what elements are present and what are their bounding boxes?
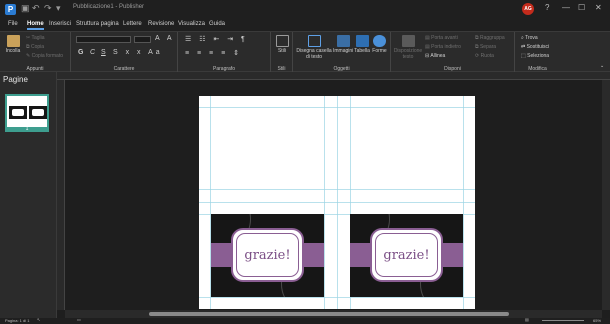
- redo-icon[interactable]: ↷: [44, 3, 52, 14]
- close-button[interactable]: ✕: [595, 3, 602, 12]
- tab-visualizza[interactable]: Visualizza: [178, 21, 205, 27]
- table-button[interactable]: Tabella: [353, 35, 371, 54]
- rotate-button[interactable]: ⟳ Ruota: [475, 53, 494, 59]
- group-objects: Disegna casella di testo Immagini Tabell…: [293, 32, 391, 73]
- group-arrange: Disposizione testo ▤ Porta avanti ▤ Port…: [391, 32, 515, 73]
- object-size-icon: ▭: [77, 317, 81, 322]
- help-icon[interactable]: ?: [545, 3, 549, 12]
- cut-button[interactable]: ✂ Taglia: [26, 35, 45, 41]
- zoom-level[interactable]: 65%: [593, 318, 601, 323]
- undo-icon[interactable]: ↶: [32, 3, 40, 14]
- italic-button[interactable]: C: [90, 49, 95, 56]
- cursor-position-icon: ↖: [37, 317, 41, 322]
- tab-inserisci[interactable]: Inserisci: [49, 21, 71, 27]
- styles-button[interactable]: Stili: [274, 35, 290, 54]
- ribbon-tabs: File Home Inserisci Struttura pagina Let…: [0, 19, 610, 31]
- maximize-button[interactable]: ☐: [578, 3, 585, 12]
- group-styles: Stili Stili: [271, 32, 293, 73]
- shapes-button[interactable]: Forme: [371, 35, 388, 54]
- tab-home[interactable]: Home: [27, 21, 44, 30]
- font-name-field[interactable]: [76, 36, 131, 43]
- customize-toolbar-icon[interactable]: ▾: [56, 3, 61, 14]
- replace-button[interactable]: ⇄ Sostituisci: [521, 44, 549, 50]
- thank-you-card-right[interactable]: grazie!: [350, 214, 463, 297]
- minimize-button[interactable]: —: [562, 3, 570, 12]
- publication-page[interactable]: grazie! grazie!: [199, 96, 475, 309]
- publisher-app-icon: P: [5, 4, 16, 15]
- paste-button[interactable]: Incolla: [4, 35, 22, 54]
- ribbon: Incolla ✂ Taglia ⧉ Copia ✎ Copia formato…: [0, 31, 610, 73]
- tab-file[interactable]: File: [8, 21, 18, 27]
- thumb-card-left: [9, 106, 27, 119]
- send-backward-button[interactable]: ▤ Porta indietro: [425, 44, 461, 50]
- user-avatar[interactable]: AG: [522, 3, 534, 15]
- draw-textbox-button[interactable]: Disegna casella di testo: [296, 35, 332, 60]
- tab-guida[interactable]: Guida: [209, 21, 225, 27]
- collapse-ribbon-icon[interactable]: ⌄: [600, 63, 604, 69]
- view-mode-icon[interactable]: ▤: [525, 317, 529, 322]
- vertical-ruler[interactable]: [57, 80, 65, 310]
- zoom-slider[interactable]: [542, 320, 584, 321]
- vertical-scrollbar[interactable]: [602, 80, 610, 310]
- thank-you-card-left[interactable]: grazie!: [211, 214, 324, 297]
- group-paragraph: ☰ ☷ ⇤ ⇥ ¶ ≡ ≡ ≡ ≡ ⇕ Paragrafo: [178, 32, 271, 73]
- wrap-text-button[interactable]: Disposizione testo: [393, 35, 423, 60]
- image-icon: [336, 35, 350, 47]
- images-button[interactable]: Immagini: [333, 35, 353, 54]
- clipboard-icon: [6, 35, 20, 47]
- tab-lettere[interactable]: Lettere: [123, 21, 142, 27]
- group-editing: ⌕ Trova ⇄ Sostituisci ⬚ Seleziona Modifi…: [515, 32, 560, 73]
- alignment-icons[interactable]: ≡ ≡ ≡ ≡ ⇕: [185, 49, 242, 57]
- card-text[interactable]: grazie!: [233, 248, 302, 263]
- underline-button[interactable]: S: [101, 49, 106, 56]
- document-title: Pubblicazione1 - Publisher: [73, 4, 145, 10]
- group-button[interactable]: ⧉ Raggruppa: [475, 35, 505, 41]
- font-size-controls-icon[interactable]: A A: [155, 35, 175, 42]
- page-thumbnail-number: 1: [5, 127, 49, 132]
- strikethrough-icon[interactable]: S x x Aa: [113, 49, 163, 56]
- title-bar: P ▣ ↶ ↷ ▾ Pubblicazione1 - Publisher AG …: [0, 0, 610, 19]
- font-size-field[interactable]: [134, 36, 151, 43]
- tab-revisione[interactable]: Revisione: [148, 21, 174, 27]
- status-bar: Pagina: 1 di 1 ↖ ▭ ▤ 65%: [0, 317, 610, 324]
- group-font: A A G C S S x x Aa Carattere: [71, 32, 178, 73]
- pages-panel-title: Pagine: [3, 75, 28, 84]
- margin-guide: [199, 297, 475, 298]
- ungroup-button[interactable]: ⧉ Separa: [475, 44, 496, 50]
- horizontal-scroll-thumb[interactable]: [149, 312, 509, 316]
- label-plaque: grazie!: [231, 228, 304, 282]
- horizontal-ruler[interactable]: [57, 72, 610, 80]
- copy-button[interactable]: ⧉ Copia: [26, 44, 44, 50]
- select-button[interactable]: ⬚ Seleziona: [521, 53, 549, 59]
- wrap-text-icon: [401, 35, 415, 47]
- fold-guide: [199, 189, 475, 190]
- table-icon: [355, 35, 369, 47]
- tab-struttura-pagina[interactable]: Struttura pagina: [76, 21, 119, 27]
- canvas[interactable]: grazie! grazie!: [65, 80, 602, 310]
- format-painter-button[interactable]: ✎ Copia formato: [26, 53, 63, 59]
- horizontal-scrollbar[interactable]: [65, 310, 602, 318]
- thumb-card-right: [29, 106, 47, 119]
- bold-button[interactable]: G: [78, 49, 83, 56]
- pages-panel: Pagine 1: [0, 72, 57, 318]
- group-clipboard: Incolla ✂ Taglia ⧉ Copia ✎ Copia formato…: [0, 32, 71, 73]
- find-button[interactable]: ⌕ Trova: [521, 35, 538, 41]
- textbox-icon: [307, 35, 321, 47]
- label-plaque: grazie!: [370, 228, 443, 282]
- shapes-icon: [373, 35, 386, 47]
- list-icons[interactable]: ☰ ☷ ⇤ ⇥ ¶: [185, 35, 248, 43]
- save-icon[interactable]: ▣: [21, 3, 30, 14]
- fold-guide: [199, 202, 475, 203]
- margin-guide: [199, 107, 475, 108]
- card-text[interactable]: grazie!: [372, 248, 441, 263]
- page-indicator[interactable]: Pagina: 1 di 1: [5, 318, 29, 323]
- bring-forward-button[interactable]: ▤ Porta avanti: [425, 35, 458, 41]
- align-button[interactable]: ⊟ Allinea: [425, 53, 445, 59]
- styles-icon: [275, 35, 289, 47]
